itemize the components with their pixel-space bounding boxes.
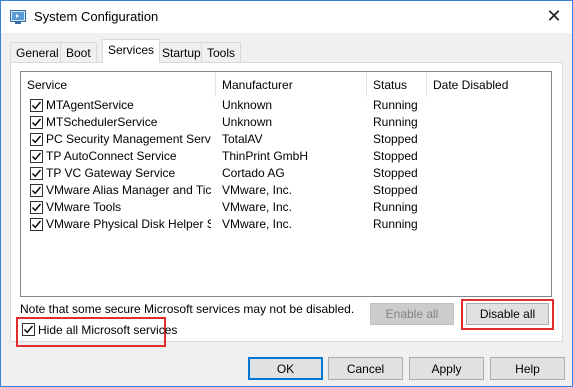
check-icon (23, 325, 34, 334)
table-row[interactable]: PC Security Management Service TotalAV Sto… (21, 131, 551, 148)
close-button[interactable]: ✕ (536, 1, 572, 31)
manufacturer-cell: Unknown (222, 115, 273, 129)
check-icon (31, 186, 42, 195)
service-checkbox[interactable] (30, 184, 43, 197)
service-name-cell: MTAgentService (46, 98, 134, 112)
service-name-cell: TP AutoConnect Service (46, 149, 177, 163)
secure-services-note: Note that some secure Microsoft services… (20, 302, 355, 316)
check-icon (31, 152, 42, 161)
table-row[interactable]: MTAgentService Unknown Running (21, 97, 551, 114)
status-cell: Running (373, 115, 418, 129)
service-name-cell: VMware Tools (46, 200, 122, 214)
ok-button[interactable]: OK (248, 357, 323, 380)
service-name-cell: MTSchedulerService (46, 115, 158, 129)
status-cell: Stopped (373, 149, 418, 163)
column-header-status[interactable]: Status (367, 72, 427, 97)
check-icon (31, 118, 42, 127)
service-name-cell: TP VC Gateway Service (46, 166, 176, 180)
service-checkbox[interactable] (30, 150, 43, 163)
hide-ms-label[interactable]: Hide all Microsoft services (38, 323, 177, 337)
cancel-button[interactable]: Cancel (328, 357, 403, 380)
tab-boot[interactable]: Boot (60, 42, 97, 62)
manufacturer-cell: VMware, Inc. (222, 200, 293, 214)
tab-general[interactable]: General (10, 42, 65, 62)
check-icon (31, 101, 42, 110)
service-name-cell: PC Security Management Service (46, 132, 211, 146)
enable-all-button[interactable]: Enable all (370, 303, 454, 325)
tab-services[interactable]: Services (102, 39, 161, 63)
column-header-date-disabled[interactable]: Date Disabled (427, 72, 527, 97)
check-icon (31, 169, 42, 178)
check-icon (31, 220, 42, 229)
status-cell: Running (373, 217, 418, 231)
table-row[interactable]: TP VC Gateway Service Cortado AG Stopped (21, 165, 551, 182)
status-cell: Running (373, 98, 418, 112)
tab-tools[interactable]: Tools (201, 42, 242, 62)
tab-startup[interactable]: Startup (156, 42, 207, 62)
title-bar: System Configuration ✕ (1, 1, 572, 33)
manufacturer-cell: Cortado AG (222, 166, 285, 180)
table-row[interactable]: VMware Tools VMware, Inc. Running (21, 199, 551, 216)
table-row[interactable]: VMware Physical Disk Helper Ser... VMware… (21, 216, 551, 233)
hide-ms-checkbox[interactable] (22, 323, 35, 336)
disable-all-button[interactable]: Disable all (466, 303, 549, 325)
status-cell: Running (373, 200, 418, 214)
manufacturer-cell: VMware, Inc. (222, 217, 293, 231)
manufacturer-cell: ThinPrint GmbH (222, 149, 309, 163)
service-checkbox[interactable] (30, 201, 43, 214)
service-checkbox[interactable] (30, 218, 43, 231)
service-name-cell: VMware Physical Disk Helper Ser... (46, 217, 211, 231)
service-checkbox[interactable] (30, 167, 43, 180)
manufacturer-cell: TotalAV (222, 132, 263, 146)
manufacturer-cell: Unknown (222, 98, 273, 112)
table-row[interactable]: MTSchedulerService Unknown Running (21, 114, 551, 131)
status-cell: Stopped (373, 166, 418, 180)
column-header-manufacturer[interactable]: Manufacturer (216, 72, 367, 97)
check-icon (31, 135, 42, 144)
system-config-icon (10, 10, 26, 24)
service-checkbox[interactable] (30, 116, 43, 129)
service-checkbox[interactable] (30, 133, 43, 146)
window-title: System Configuration (34, 9, 159, 24)
table-row[interactable]: VMware Alias Manager and Ticke... VMware,… (21, 182, 551, 199)
column-header-service[interactable]: Service (21, 72, 216, 97)
services-list[interactable]: Service Manufacturer Status Date Disable… (20, 71, 552, 297)
status-cell: Stopped (373, 183, 418, 197)
close-icon: ✕ (546, 5, 562, 26)
apply-button[interactable]: Apply (409, 357, 484, 380)
system-configuration-window: System Configuration ✕ General Boot Serv… (0, 0, 573, 387)
status-cell: Stopped (373, 132, 418, 146)
service-checkbox[interactable] (30, 99, 43, 112)
service-name-cell: VMware Alias Manager and Ticke... (46, 183, 211, 197)
check-icon (31, 203, 42, 212)
manufacturer-cell: VMware, Inc. (222, 183, 293, 197)
help-button[interactable]: Help (490, 357, 565, 380)
table-row[interactable]: TP AutoConnect Service ThinPrint GmbH Stop… (21, 148, 551, 165)
